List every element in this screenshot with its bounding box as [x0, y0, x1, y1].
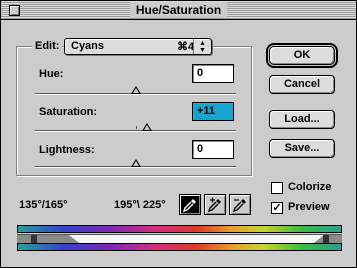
colorize-label: Colorize	[288, 181, 332, 193]
eyedropper-minus-tool[interactable]	[229, 194, 251, 215]
range-right-outer-handle[interactable]	[323, 235, 329, 243]
cancel-button[interactable]: Cancel	[269, 75, 335, 94]
saturation-slider-thumb[interactable]	[141, 123, 152, 131]
edit-popup-value: Cyans	[71, 40, 105, 52]
close-box[interactable]	[9, 5, 20, 16]
lightness-slider-thumb[interactable]	[130, 159, 141, 167]
preview-checkbox[interactable]: ✓	[271, 202, 283, 214]
hue-range-bar[interactable]	[17, 234, 342, 243]
saturation-field[interactable]: +11	[192, 102, 234, 121]
eyedropper-plus-tool[interactable]	[204, 194, 226, 215]
range-left-outer-handle[interactable]	[31, 235, 37, 243]
lightness-label: Lightness:	[39, 144, 95, 156]
eyedropper-plus-icon	[207, 197, 221, 213]
preview-label: Preview	[288, 201, 330, 213]
inner-range-readout: 195°\ 225°	[114, 199, 166, 211]
lightness-field[interactable]: 0	[192, 140, 234, 159]
eyedropper-icon	[182, 199, 196, 213]
hue-field[interactable]: 0	[192, 64, 234, 83]
saturation-slider-track[interactable]	[35, 130, 236, 132]
hue-label: Hue:	[39, 68, 64, 80]
hue-range-band[interactable]	[69, 235, 324, 243]
eyedropper-tool[interactable]	[179, 194, 201, 215]
colorize-checkbox[interactable]	[271, 182, 283, 194]
load-button[interactable]: Load...	[269, 110, 335, 129]
hue-saturation-dialog: Hue/Saturation Edit: Cyans ⌘4 ▲ ▼ Hue: 0 …	[0, 0, 357, 268]
eyedropper-minus-icon	[232, 199, 246, 213]
edit-popup[interactable]: Cyans ⌘4 ▲ ▼	[64, 38, 212, 55]
output-spectrum-bar	[17, 243, 342, 251]
title-bar[interactable]: Hue/Saturation	[1, 1, 356, 20]
saturation-label: Saturation:	[39, 106, 98, 118]
edit-popup-shortcut: ⌘4	[177, 41, 195, 53]
hue-slider-thumb[interactable]	[130, 86, 141, 94]
save-button[interactable]: Save...	[269, 139, 335, 158]
saturation-center-tick	[136, 126, 137, 129]
edit-label: Edit:	[32, 40, 63, 52]
ok-button[interactable]: OK	[266, 43, 338, 68]
popup-arrows-icon: ▲ ▼	[193, 39, 211, 54]
input-spectrum-bar	[17, 225, 342, 233]
outer-range-readout: 135°/165°	[19, 199, 68, 211]
dialog-title: Hue/Saturation	[129, 2, 228, 18]
